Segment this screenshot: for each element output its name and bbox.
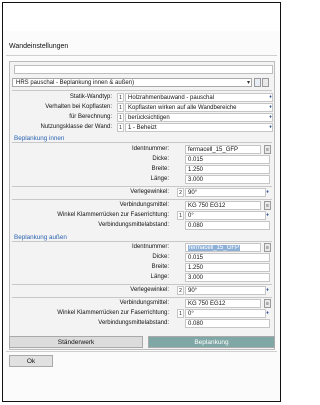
kopflasten-index: 1 — [117, 103, 124, 112]
kopflasten-label: Verhalten bei Kopflasten: — [45, 104, 112, 110]
tab-beplankung[interactable]: Beplankung — [148, 336, 275, 348]
nutzungsklasse-index: 1 — [117, 123, 124, 132]
outer-abstand-field[interactable]: 0.080 — [185, 319, 270, 328]
tab-bar: Ständerwerk Beplankung — [9, 336, 275, 348]
outer-abstand-label: Verbindungsmittelabstand: — [98, 320, 169, 326]
kopflasten-select[interactable]: Kopflasten wirken auf alle Wandbereiche — [125, 103, 273, 112]
inner-verbindung-field[interactable]: KG 750 EG12 — [185, 201, 261, 210]
berechnung-index: 1 — [117, 113, 124, 122]
divider — [12, 241, 272, 242]
spin-arrows-icon[interactable]: ♦ — [268, 103, 273, 112]
wandtyp-select[interactable]: Holzrahmenbauwand - pauschal — [125, 93, 273, 102]
spin-arrows-icon[interactable]: ♦ — [265, 286, 270, 295]
inner-abstand-label: Verbindungsmittelabstand: — [98, 222, 169, 228]
outer-dicke-field[interactable]: 0.015 — [185, 253, 270, 262]
inner-laenge-field[interactable]: 3.000 — [185, 175, 270, 184]
outer-verbindung-field[interactable]: KG 750 EG12 — [185, 299, 261, 308]
outer-breite-label: Breite: — [151, 264, 169, 270]
ok-button[interactable]: Ok — [9, 355, 53, 367]
outer-breite-field[interactable]: 1.250 — [185, 263, 270, 272]
outer-verlege-label: Verlegewinkel: — [130, 287, 169, 293]
chevron-down-icon[interactable]: ▾ — [247, 79, 250, 87]
general-row-nutzungsklasse: Nutzungsklasse der Wand: 1 1 - Beheizt ♦ — [12, 123, 273, 133]
wandtyp-label: Statik-Wandtyp: — [69, 94, 112, 100]
divider — [12, 186, 272, 187]
divider — [12, 90, 272, 91]
outer-ident-label: Identnummer: — [131, 244, 169, 250]
preset-save-icon[interactable] — [254, 78, 261, 87]
section-heading-inner: Beplankung innen — [14, 135, 65, 142]
outer-dicke-label: Dicke: — [152, 254, 169, 260]
inner-abstand-field[interactable]: 0.080 — [185, 221, 270, 230]
filter-field[interactable] — [14, 65, 273, 74]
inner-verlege-label: Verlegewinkel: — [130, 189, 169, 195]
tab-staenderwerk[interactable]: Ständerwerk — [9, 336, 143, 348]
outer-verlege-index: 2 — [177, 286, 184, 295]
berechnung-select[interactable]: berücksichtigen — [125, 113, 273, 122]
inner-dicke-label: Dicke: — [152, 156, 169, 162]
preset-list-icon[interactable] — [262, 78, 269, 87]
preset-select[interactable]: HRS pauschal - Beplankung innen & außen)… — [12, 78, 252, 87]
wandtyp-index: 1 — [117, 93, 124, 102]
inner-ident-field[interactable]: fermacell_15_GFP — [185, 145, 261, 154]
divider — [12, 142, 272, 143]
inner-dicke-field[interactable]: 0.015 — [185, 155, 270, 164]
outer-winkel-index: 1 — [177, 309, 184, 318]
inner-verlege-select[interactable]: 90° — [185, 188, 266, 197]
nutzungsklasse-label: Nutzungsklasse der Wand: — [40, 124, 112, 130]
section-heading-outer: Beplankung außen — [14, 234, 67, 241]
spin-arrows-icon[interactable]: ♦ — [265, 309, 270, 318]
inner-verlege-index: 2 — [177, 188, 184, 197]
pick-list-icon[interactable]: ≡ — [264, 145, 271, 154]
outer-ident-field[interactable]: fermacell_15_GFP — [185, 243, 261, 252]
pick-list-icon[interactable]: ≡ — [264, 243, 271, 252]
bottom-separator — [6, 351, 277, 352]
general-row-berechnung: für Berechnung: 1 berücksichtigen ♦ — [12, 113, 273, 123]
outer-verlege-select[interactable]: 90° — [185, 286, 266, 295]
inner-verbindung-label: Verbindungsmittel: — [119, 202, 169, 208]
pick-list-icon[interactable]: ≡ — [264, 299, 271, 308]
inner-breite-label: Breite: — [151, 166, 169, 172]
preset-value: HRS pauschal - Beplankung innen & außen) — [16, 80, 135, 86]
outer-laenge-label: Länge: — [150, 274, 169, 280]
spin-arrows-icon[interactable]: ♦ — [268, 93, 273, 102]
settings-panel: HRS pauschal - Beplankung innen & außen)… — [9, 61, 275, 350]
divider — [12, 297, 272, 298]
divider — [12, 199, 272, 200]
outer-verbindung-label: Verbindungsmittel: — [119, 300, 169, 306]
general-row-wandtyp: Statik-Wandtyp: 1 Holzrahmenbauwand - pa… — [12, 93, 273, 103]
spin-arrows-icon[interactable]: ♦ — [268, 113, 273, 122]
spin-arrows-icon[interactable]: ♦ — [265, 211, 270, 220]
inner-winkel-index: 1 — [177, 211, 184, 220]
outer-winkel-label: Winkel Klammerrücken zur Faserrichtung: — [57, 310, 169, 316]
outer-winkel-select[interactable]: 0° — [185, 309, 266, 318]
dialog-window: Wandeinstellungen HRS pauschal - Beplank… — [2, 2, 281, 402]
dialog-title: Wandeinstellungen — [9, 43, 69, 50]
general-row-kopflasten: Verhalten bei Kopflasten: 1 Kopflasten w… — [12, 103, 273, 113]
inner-ident-label: Identnummer: — [131, 146, 169, 152]
spin-arrows-icon[interactable]: ♦ — [268, 123, 273, 132]
inner-breite-field[interactable]: 1.250 — [185, 165, 270, 174]
divider — [12, 284, 272, 285]
window-titlebar — [3, 3, 280, 31]
inner-winkel-select[interactable]: 0° — [185, 211, 266, 220]
outer-laenge-field[interactable]: 3.000 — [185, 273, 270, 282]
outer-ident-value: fermacell_15_GFP — [188, 245, 241, 251]
title-separator — [6, 55, 277, 56]
inner-winkel-label: Winkel Klammerrücken zur Faserrichtung: — [57, 212, 169, 218]
spin-arrows-icon[interactable]: ♦ — [265, 188, 270, 197]
berechnung-label: für Berechnung: — [69, 114, 112, 120]
inner-laenge-label: Länge: — [150, 176, 169, 182]
pick-list-icon[interactable]: ≡ — [264, 201, 271, 210]
nutzungsklasse-select[interactable]: 1 - Beheizt — [125, 123, 273, 132]
